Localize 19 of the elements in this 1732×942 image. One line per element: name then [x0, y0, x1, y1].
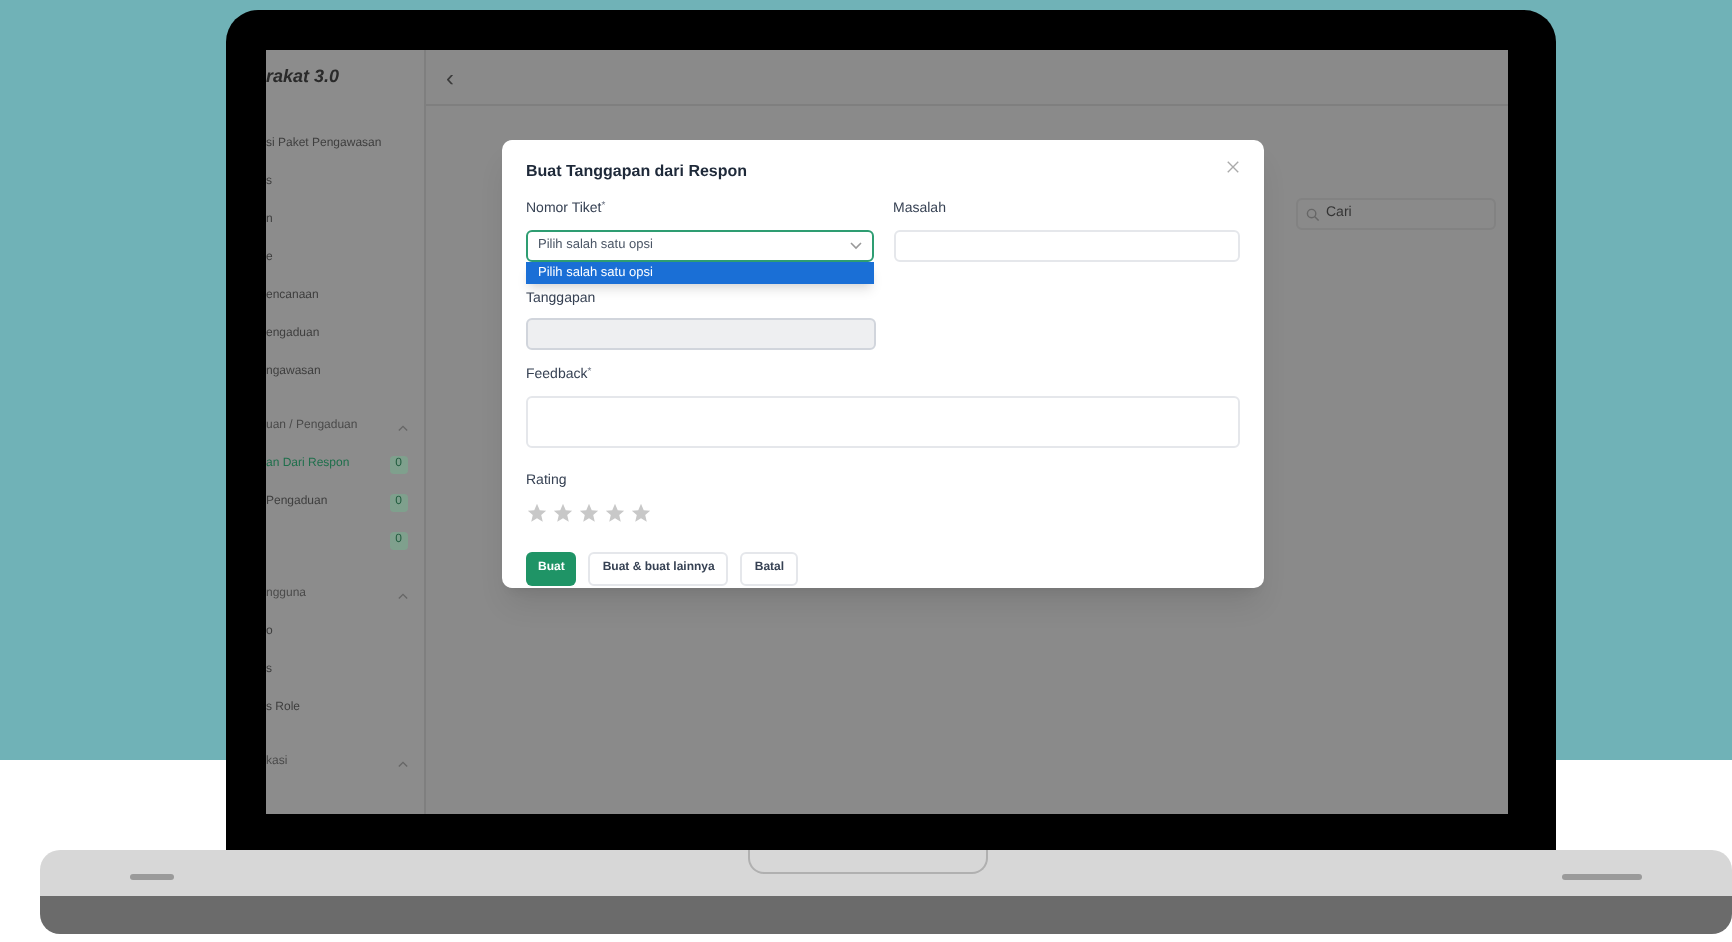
brand-title: rakat 3.0 — [266, 64, 340, 91]
star-icon[interactable] — [526, 502, 548, 524]
modal-title: Buat Tanggapan dari Respon — [526, 160, 748, 184]
vent-slot — [130, 874, 174, 880]
vent-slot — [1562, 874, 1642, 880]
chevron-icon[interactable] — [398, 759, 408, 767]
chevron-down-icon — [849, 241, 861, 249]
textarea-field[interactable] — [526, 395, 1240, 447]
chevron-icon[interactable] — [398, 591, 408, 599]
star-icon[interactable] — [630, 502, 652, 524]
chevron-icon[interactable] — [398, 423, 408, 431]
star-icon[interactable] — [604, 502, 626, 524]
star-icon[interactable] — [578, 502, 600, 524]
close-icon[interactable] — [1226, 160, 1240, 174]
star-rating[interactable] — [526, 502, 652, 524]
input-field[interactable] — [893, 229, 1240, 261]
search-icon — [1306, 207, 1320, 221]
collapse-icon[interactable]: ‹ — [446, 59, 454, 95]
star-icon[interactable] — [552, 502, 574, 524]
